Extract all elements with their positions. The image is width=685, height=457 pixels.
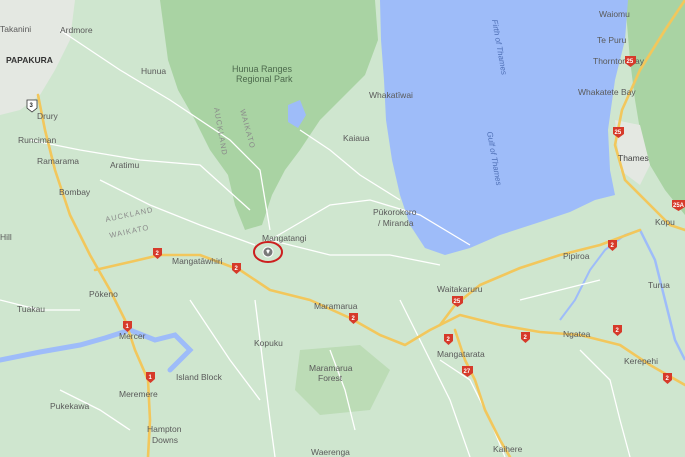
place-label-maramarua-forest-1: Maramarua — [309, 363, 353, 373]
place-label-thames: Thames — [618, 153, 649, 163]
place-label-mangatarata: Mangatarata — [437, 349, 485, 359]
park-labels: Hunua Ranges Regional Park — [232, 64, 293, 84]
place-label-te-puru: Te Puru — [597, 35, 627, 45]
place-label-pokeno: Pōkeno — [89, 289, 118, 299]
place-label-pukorokoro-2: / Miranda — [378, 218, 414, 228]
place-label-mangatawhiri: Mangatāwhiri — [172, 256, 223, 266]
place-label-waitakaruru: Waitakaruru — [437, 284, 483, 294]
place-label-whakatiwai: Whakatīwai — [369, 90, 413, 100]
place-label-maramarua: Maramarua — [314, 301, 358, 311]
place-label-aratimu: Aratimu — [110, 160, 140, 170]
place-label-runciman: Runciman — [18, 135, 57, 145]
place-label-kopuku: Kopuku — [254, 338, 283, 348]
place-label-hampton: Hampton — [147, 424, 182, 434]
place-label-ardmore: Ardmore — [60, 25, 93, 35]
svg-text:25: 25 — [615, 130, 622, 136]
svg-text:25: 25 — [627, 59, 634, 65]
place-label-maramarua-forest-2: Forest — [318, 373, 343, 383]
place-label-kaiaua: Kaiaua — [343, 133, 370, 143]
place-label-downs: Downs — [152, 435, 178, 445]
place-label-mercer: Mercer — [119, 331, 146, 341]
place-label-hunua: Hunua — [141, 66, 166, 76]
place-label-kopu: Kopu — [655, 217, 675, 227]
place-label-hill: Hill — [0, 232, 12, 242]
place-label-drury: Drury — [37, 111, 59, 121]
park-label-line2: Regional Park — [236, 74, 293, 84]
place-label-kerepehi: Kerepehi — [624, 356, 658, 366]
place-label-kaihere: Kaihere — [493, 444, 523, 454]
place-label-turua: Turua — [648, 280, 670, 290]
place-label-thornton-bay: Thornton Bay — [593, 56, 645, 66]
map-canvas[interactable]: Firth of Thames Gulf of Thames Hunua Ran… — [0, 0, 685, 457]
place-label-whakatete-bay: Whakatete Bay — [578, 87, 636, 97]
svg-text:27: 27 — [464, 369, 471, 375]
svg-text:25A: 25A — [673, 203, 685, 209]
place-label-ramarama: Ramarama — [37, 156, 79, 166]
place-label-takanini: Takanini — [0, 24, 31, 34]
place-label-meremere: Meremere — [119, 389, 158, 399]
place-label-island-block: Island Block — [176, 372, 223, 382]
place-label-pukorokoro-1: Pūkorokoro — [373, 207, 417, 217]
place-label-waerenga: Waerenga — [311, 447, 350, 457]
place-label-pipiroa: Pipiroa — [563, 251, 590, 261]
place-label-ngatea: Ngatea — [563, 329, 591, 339]
place-label-tuakau: Tuakau — [17, 304, 45, 314]
place-label-waiomu: Waiomu — [599, 9, 630, 19]
place-label-papakura: PAPAKURA — [6, 55, 53, 65]
park-label-line1: Hunua Ranges — [232, 64, 293, 74]
place-label-pukekawa: Pukekawa — [50, 401, 89, 411]
svg-text:25: 25 — [454, 299, 461, 305]
place-label-bombay: Bombay — [59, 187, 91, 197]
